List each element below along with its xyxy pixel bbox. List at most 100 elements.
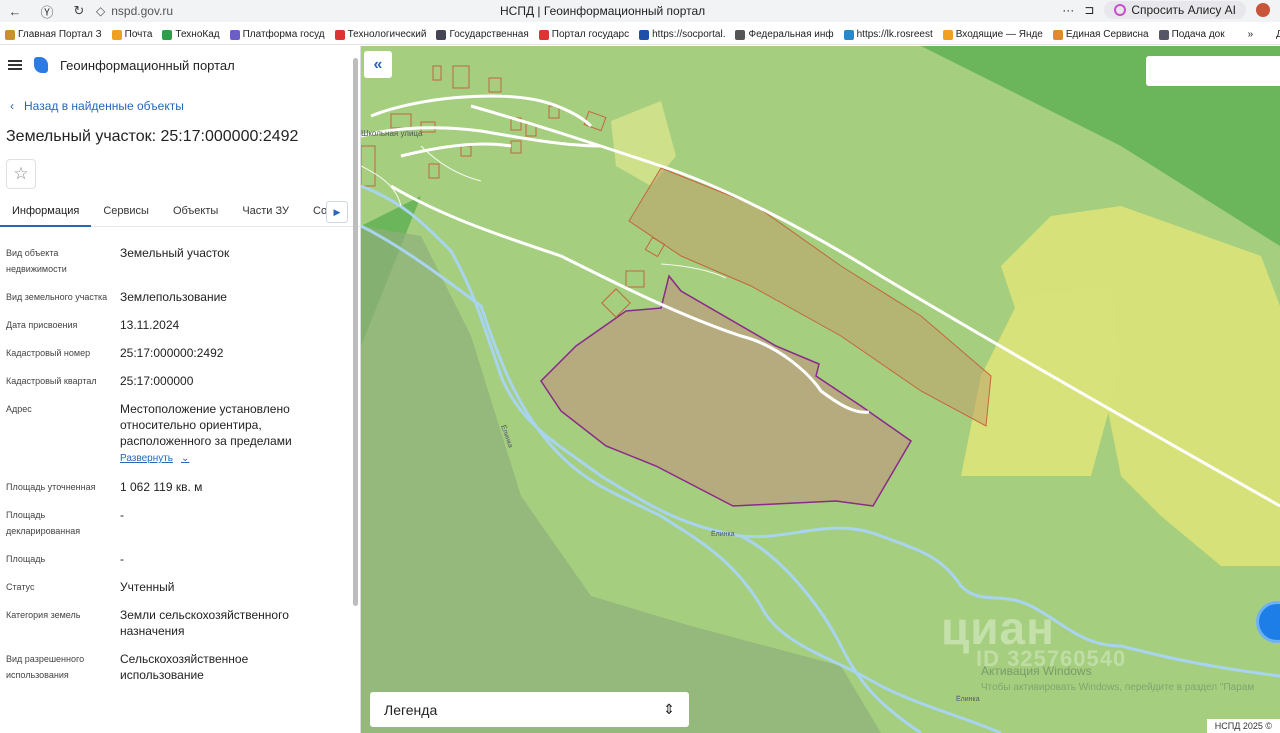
info-key: Дата присвоения — [6, 320, 78, 330]
chevron-left-icon: ‹ — [10, 99, 14, 113]
bookmark-item[interactable]: Почта — [107, 29, 158, 40]
info-value-text: Местоположение установлено относительно … — [120, 402, 292, 448]
bookmark-item[interactable]: Главная Портал З — [0, 29, 107, 40]
info-value-text: 1 062 119 кв. м — [120, 480, 203, 494]
legend-label: Легенда — [384, 701, 438, 718]
back-link[interactable]: ‹ Назад в найденные объекты — [0, 84, 360, 113]
panel-scrollbar[interactable] — [353, 58, 358, 606]
bookmark-favicon-icon — [162, 29, 173, 40]
bookmark-item[interactable]: Друг — [1258, 29, 1280, 40]
info-key: Кадастровый номер — [6, 348, 91, 358]
collapse-panel-icon[interactable]: « — [364, 51, 392, 78]
map-canvas[interactable]: Школьная улица Ёлинка Ёлинка Ёлинка — [361, 46, 1280, 733]
info-value-text: Сельскохозяйственное использование — [120, 652, 249, 682]
bookmark-label: Входящие — Янде — [955, 29, 1043, 40]
bookmark-label: Федеральная инф — [748, 29, 834, 40]
back-label: Назад в найденные объекты — [24, 99, 184, 113]
profile-icon[interactable] — [1256, 3, 1270, 17]
bookmark-label: Портал государс — [551, 29, 630, 40]
info-value-text: - — [120, 508, 124, 522]
info-row: Вид объекта недвижимости Земельный участо… — [6, 245, 360, 277]
bookmark-favicon-icon — [843, 29, 854, 40]
tab-parts[interactable]: Части ЗУ — [230, 195, 301, 227]
info-value-text: 25:17:000000 — [120, 374, 194, 388]
bookmark-item[interactable]: Входящие — Янде — [938, 29, 1048, 40]
bookmark-label: Государственная — [449, 29, 529, 40]
info-value-text: 13.11.2024 — [120, 318, 180, 332]
yandex-icon[interactable]: Ⓨ — [38, 2, 56, 21]
bookmark-label: Подача док — [1171, 29, 1225, 40]
chevron-down-icon: ⌄ — [181, 453, 190, 464]
bookmark-favicon-icon — [1263, 30, 1273, 40]
legend-dropdown[interactable]: Легенда ⇕ — [370, 692, 689, 727]
info-row: Площадь - — [6, 551, 360, 567]
more-icon[interactable]: ··· — [1062, 3, 1074, 17]
bookmark-favicon-icon — [538, 29, 549, 40]
river-label-3: Ёлинка — [956, 695, 980, 703]
info-key: Кадастровый квартал — [6, 376, 97, 386]
bookmark-item[interactable]: https://socportal. — [634, 29, 730, 40]
expand-label: Развернуть — [120, 453, 174, 464]
info-key: Площадь декларированная — [6, 510, 81, 536]
bookmark-item[interactable]: ТехноКад — [157, 29, 224, 40]
alice-button[interactable]: Спросить Алису AI — [1104, 1, 1246, 19]
alice-label: Спросить Алису AI — [1131, 3, 1236, 17]
bookmark-item[interactable]: https://lk.rosreest — [839, 29, 938, 40]
portal-logo-icon — [34, 57, 48, 73]
info-value: 13.11.2024 — [120, 317, 320, 333]
bookmark-favicon-icon — [1052, 29, 1063, 40]
info-row: Вид земельного участка Землепользование — [6, 289, 360, 305]
shield-icon: ◇ — [96, 4, 106, 18]
bookmark-icon[interactable]: ⊐ — [1084, 3, 1094, 17]
tab-services[interactable]: Сервисы — [91, 195, 161, 227]
info-value: 25:17:000000:2492 — [120, 345, 320, 361]
info-value-text: Земли сельскохозяйственного назначения — [120, 608, 289, 638]
bookmark-item[interactable]: Федеральная инф — [730, 29, 838, 40]
info-value-text: 25:17:000000:2492 — [120, 346, 224, 360]
bookmark-favicon-icon — [5, 29, 15, 40]
bookmark-label: https://lk.rosreest — [856, 29, 933, 40]
tabs: Информация Сервисы Объекты Части ЗУ Сост… — [0, 195, 360, 227]
bookmark-item[interactable]: Государственная — [431, 29, 533, 40]
info-value: Земельный участок — [120, 245, 320, 277]
info-key: Вид разрешенного использования — [6, 654, 85, 680]
menu-icon[interactable] — [8, 60, 22, 70]
map-search-input[interactable] — [1146, 56, 1280, 86]
bookmark-label: Почта — [124, 29, 153, 40]
windows-activation-text: Чтобы активировать Windows, перейдите в … — [981, 682, 1255, 693]
page-title: НСПД | Геоинформационный портал — [500, 4, 706, 18]
alice-icon — [1114, 4, 1127, 16]
bookmark-item[interactable]: Подача док — [1154, 29, 1230, 40]
tabs-next-icon[interactable]: ▶ — [326, 201, 348, 223]
back-arrow-icon[interactable]: ← — [6, 4, 24, 19]
info-key: Площадь уточненная — [6, 482, 96, 492]
info-row: Площадь декларированная - — [6, 507, 360, 539]
panel-header: Геоинформационный портал — [0, 46, 360, 84]
info-value: - — [120, 507, 320, 539]
bookmark-item[interactable]: » — [1230, 29, 1259, 40]
bookmark-favicon-icon — [436, 29, 447, 40]
bookmark-favicon-icon — [229, 29, 240, 40]
reload-icon[interactable]: ↻ — [70, 3, 88, 19]
info-value: 1 062 119 кв. м — [120, 479, 320, 495]
bookmark-label: Единая Сервисна — [1065, 29, 1149, 40]
map-view[interactable]: Школьная улица Ёлинка Ёлинка Ёлинка « ци… — [361, 46, 1280, 733]
info-key: Категория земель — [6, 610, 81, 620]
address-bar[interactable]: ◇ nspd.gov.ru — [96, 4, 173, 18]
street-label: Школьная улица — [361, 129, 423, 138]
bookmark-item[interactable]: Технологический — [330, 29, 432, 40]
info-value-text: Земельный участок — [120, 246, 230, 260]
browser-toolbar: ← Ⓨ ↻ ◇ nspd.gov.ru НСПД | Геоинформацио… — [0, 0, 1280, 22]
bookmark-item[interactable]: Платформа госуд — [225, 29, 330, 40]
info-value: Учтенный — [120, 579, 320, 595]
info-key: Адрес — [6, 404, 32, 414]
river-label-2: Ёлинка — [711, 530, 735, 538]
bookmark-item[interactable]: Портал государс — [534, 29, 634, 40]
tab-info[interactable]: Информация — [0, 195, 92, 227]
tab-objects[interactable]: Объекты — [161, 195, 230, 227]
bookmark-item[interactable]: Единая Сервисна — [1048, 29, 1154, 40]
favorite-star-icon[interactable]: ☆ — [6, 159, 36, 189]
info-value: Местоположение установлено относительно … — [120, 401, 320, 467]
info-value-text: - — [120, 552, 124, 566]
expand-link[interactable]: Развернуть ⌄ — [120, 451, 320, 467]
